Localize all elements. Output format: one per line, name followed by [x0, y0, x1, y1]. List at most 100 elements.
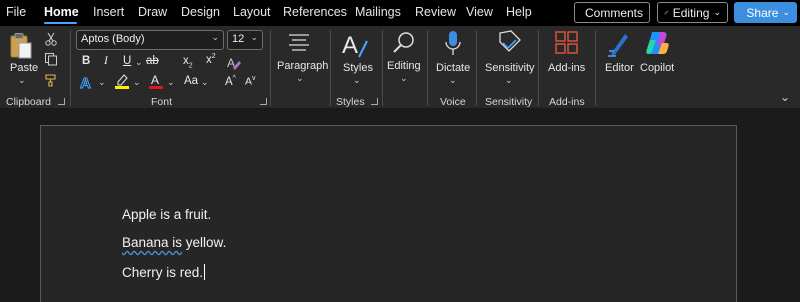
document-area: Apple is a fruit. Banana is yellow. Cher…: [0, 110, 800, 302]
tab-view[interactable]: View: [466, 5, 493, 19]
svg-text:A: A: [342, 32, 358, 59]
group-divider: [330, 30, 331, 106]
font-size-combo[interactable]: 12 ⌄: [227, 30, 263, 50]
styles-label: Styles: [343, 62, 373, 74]
group-divider: [427, 30, 428, 106]
styles-dialog-launcher-icon[interactable]: [371, 98, 378, 105]
tab-draw[interactable]: Draw: [138, 5, 167, 19]
tab-file[interactable]: File: [6, 5, 26, 19]
add-ins-label[interactable]: Add-ins: [548, 62, 585, 74]
tab-help[interactable]: Help: [506, 5, 532, 19]
strikethrough-button[interactable]: ab: [146, 55, 159, 67]
copilot-icon: [646, 32, 669, 54]
font-dialog-launcher-icon[interactable]: [260, 98, 267, 105]
underline-button[interactable]: U: [123, 55, 131, 67]
paste-icon[interactable]: [9, 32, 33, 60]
paragraph-icon: [289, 34, 309, 51]
share-label: Share: [746, 5, 779, 20]
clear-formatting-icon[interactable]: A: [226, 56, 242, 70]
font-group-label: Font: [151, 96, 173, 108]
italic-button[interactable]: I: [104, 55, 108, 67]
paragraph-line-3-text: Cherry is red.: [122, 265, 204, 280]
editing-mode-button[interactable]: Editing ⌄: [657, 2, 728, 23]
tab-home[interactable]: Home: [44, 5, 79, 19]
tab-mailings[interactable]: Mailings: [355, 5, 401, 19]
shrink-font-label: A: [245, 75, 253, 88]
tab-review[interactable]: Review: [415, 5, 456, 19]
sensitivity-group-label: Sensitivity: [485, 96, 533, 108]
group-divider: [382, 30, 383, 106]
font-name-value: Aptos (Body): [81, 33, 145, 45]
tab-references[interactable]: References: [283, 5, 347, 19]
subscript-button[interactable]: x2: [183, 55, 193, 69]
font-name-combo[interactable]: Aptos (Body) ⌄: [76, 30, 224, 50]
active-tab-indicator: [44, 22, 77, 24]
ribbon: Paste ⌄ Clipboard Aptos (Body) ⌄ 12 ⌄ B …: [0, 26, 800, 109]
chevron-down-icon: ⌄: [782, 7, 790, 17]
sensitivity-label[interactable]: Sensitivity: [485, 62, 535, 74]
dictate-label[interactable]: Dictate: [436, 62, 470, 74]
grow-font-button[interactable]: A^: [225, 75, 236, 88]
group-divider: [538, 30, 539, 106]
chevron-down-icon[interactable]: ⌄: [449, 75, 457, 86]
comments-button[interactable]: Comments: [574, 2, 650, 23]
share-button[interactable]: Share ⌄: [734, 2, 797, 23]
group-divider: [476, 30, 477, 106]
chevron-down-icon: ⌄: [250, 32, 258, 42]
add-ins-group-label: Add-ins: [549, 96, 585, 108]
tab-layout[interactable]: Layout: [233, 5, 271, 19]
chevron-down-icon[interactable]: ⌄: [135, 57, 143, 68]
paragraph-line-3[interactable]: Cherry is red.: [122, 264, 206, 280]
chevron-down-icon: ⌄: [353, 75, 361, 85]
editing-mode-label: Editing: [672, 5, 710, 20]
spelling-squiggle-text[interactable]: Banana is: [122, 235, 182, 250]
text-cursor: [204, 264, 206, 280]
change-case-button[interactable]: Aa: [184, 75, 198, 87]
ribbon-collapse-chevron-icon[interactable]: ⌄: [780, 90, 790, 104]
chevron-down-icon[interactable]: ⌄: [505, 75, 513, 86]
chevron-down-icon: ⌄: [400, 73, 408, 83]
paragraph-label: Paragraph: [277, 60, 329, 72]
clipboard-dialog-launcher-icon[interactable]: [58, 98, 65, 105]
chevron-down-icon[interactable]: ⌄: [98, 77, 106, 88]
text-effects-icon[interactable]: A: [79, 74, 95, 91]
styles-icon: A: [342, 32, 368, 59]
font-size-value: 12: [232, 33, 245, 45]
copy-icon[interactable]: [44, 52, 58, 66]
tab-insert[interactable]: Insert: [93, 5, 124, 19]
group-divider: [70, 30, 71, 106]
paragraph-line-2-rest: yellow.: [182, 235, 227, 250]
editor-pen-icon: [608, 34, 628, 57]
paragraph-line-2[interactable]: Banana is yellow.: [122, 235, 226, 250]
cut-icon[interactable]: [44, 32, 58, 46]
font-color-icon[interactable]: A: [148, 73, 164, 89]
superscript-button[interactable]: x2: [206, 53, 216, 66]
find-magnifier-icon: [393, 32, 414, 53]
chevron-down-icon: ⌄: [296, 73, 304, 83]
comments-label: Comments: [585, 5, 644, 20]
svg-text:A: A: [80, 75, 91, 90]
paste-label[interactable]: Paste: [10, 62, 38, 74]
bold-button[interactable]: B: [82, 55, 90, 67]
highlight-icon[interactable]: [114, 73, 130, 89]
svg-text:A: A: [151, 73, 159, 87]
microphone-icon[interactable]: [444, 30, 462, 58]
group-divider: [270, 30, 271, 106]
chevron-down-icon[interactable]: ⌄: [167, 77, 175, 88]
group-divider: [595, 30, 596, 106]
editing-label: Editing: [387, 60, 421, 72]
grow-font-label: A: [225, 75, 233, 88]
tab-design[interactable]: Design: [181, 5, 220, 19]
chevron-down-icon[interactable]: ⌄: [133, 77, 141, 88]
chevron-down-icon[interactable]: ⌄: [201, 77, 209, 88]
editor-label: Editor: [605, 62, 634, 74]
format-painter-icon[interactable]: [44, 73, 58, 87]
pencil-icon: [664, 10, 669, 15]
chevron-down-icon[interactable]: ⌄: [18, 75, 26, 86]
paragraph-line-1[interactable]: Apple is a fruit.: [122, 207, 211, 222]
shrink-font-button[interactable]: Av: [245, 75, 256, 88]
document-page[interactable]: Apple is a fruit. Banana is yellow. Cher…: [40, 125, 737, 302]
add-ins-grid-icon[interactable]: [555, 31, 579, 55]
clipboard-group-label: Clipboard: [6, 96, 51, 108]
sensitivity-label-icon[interactable]: [497, 29, 523, 57]
